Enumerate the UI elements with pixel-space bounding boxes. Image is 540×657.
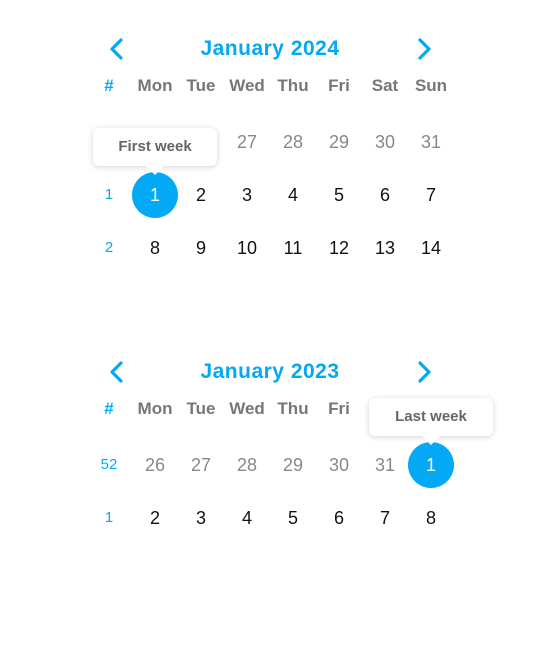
next-month-button[interactable] [409, 357, 439, 387]
day-cell[interactable]: 3 [224, 175, 270, 215]
day-cell[interactable]: 14 [408, 228, 454, 268]
week-tooltip: Last week [369, 398, 493, 445]
day-of-week-mon: Mon [137, 399, 173, 418]
day-cell[interactable]: 29 [316, 122, 362, 162]
day-cell[interactable]: 30 [316, 445, 362, 485]
day-cell[interactable]: 28 [270, 122, 316, 162]
chevron-right-icon [418, 38, 431, 60]
day-cell[interactable]: 6 [316, 498, 362, 538]
week-number: 1 [104, 509, 114, 526]
day-of-week-sat: Sat [371, 76, 399, 95]
week-number: 2 [104, 239, 114, 256]
prev-month-button[interactable] [102, 34, 132, 64]
day-of-week-tue: Tue [186, 76, 216, 95]
day-of-week-wed: Wed [229, 76, 265, 95]
day-cell[interactable]: 5 [316, 175, 362, 215]
day-cell[interactable]: 6 [362, 175, 408, 215]
day-of-week-thu: Thu [277, 399, 309, 418]
week-tooltip: First week [93, 128, 217, 175]
day-cell[interactable]: 13 [362, 228, 408, 268]
day-of-week-fri: Fri [328, 399, 350, 418]
day-cell[interactable]: 31 [408, 122, 454, 162]
day-cell[interactable]: 4 [224, 498, 270, 538]
day-of-week-wed: Wed [229, 399, 265, 418]
day-of-week-thu: Thu [277, 76, 309, 95]
day-cell[interactable]: 5 [270, 498, 316, 538]
day-cell[interactable]: 27 [224, 122, 270, 162]
week-number-header: # [104, 399, 114, 418]
day-cell[interactable]: 29 [270, 445, 316, 485]
chevron-left-icon [110, 361, 123, 383]
day-cell[interactable]: 7 [408, 175, 454, 215]
calendar-january-2024: January 2024 # Mon Tue Wed Thu Fri Sat Sun 27 28 29… [0, 34, 540, 334]
month-title: January 2023 [200, 360, 340, 383]
day-cell[interactable]: 7 [362, 498, 408, 538]
day-cell[interactable]: 26 [132, 445, 178, 485]
prev-month-button[interactable] [102, 357, 132, 387]
next-month-button[interactable] [409, 34, 439, 64]
day-cell[interactable]: 31 [362, 445, 408, 485]
day-cell[interactable]: 9 [178, 228, 224, 268]
week-number-header: # [104, 76, 114, 95]
day-cell[interactable]: 8 [408, 498, 454, 538]
day-of-week-sun: Sun [414, 76, 448, 95]
day-cell[interactable]: 27 [178, 445, 224, 485]
day-of-week-fri: Fri [328, 76, 350, 95]
day-cell[interactable]: 28 [224, 445, 270, 485]
day-cell[interactable]: 3 [178, 498, 224, 538]
month-title: January 2024 [200, 37, 340, 60]
day-cell[interactable]: 10 [224, 228, 270, 268]
day-of-week-tue: Tue [186, 399, 216, 418]
week-number: 1 [104, 186, 114, 203]
day-cell[interactable]: 2 [132, 498, 178, 538]
selected-day[interactable]: 1 [408, 442, 454, 488]
day-cell[interactable]: 2 [178, 175, 224, 215]
week-number: 52 [100, 456, 118, 473]
day-cell[interactable]: 12 [316, 228, 362, 268]
day-of-week-mon: Mon [137, 76, 173, 95]
day-cell[interactable]: 11 [270, 228, 316, 268]
calendar-january-2023: January 2023#MonTueWedThuFriSun522627282… [0, 357, 540, 657]
day-cell[interactable]: 8 [132, 228, 178, 268]
day-cell[interactable]: 4 [270, 175, 316, 215]
chevron-left-icon [110, 38, 123, 60]
day-cell[interactable]: 30 [362, 122, 408, 162]
selected-day[interactable]: 1 [132, 172, 178, 218]
chevron-right-icon [418, 361, 431, 383]
